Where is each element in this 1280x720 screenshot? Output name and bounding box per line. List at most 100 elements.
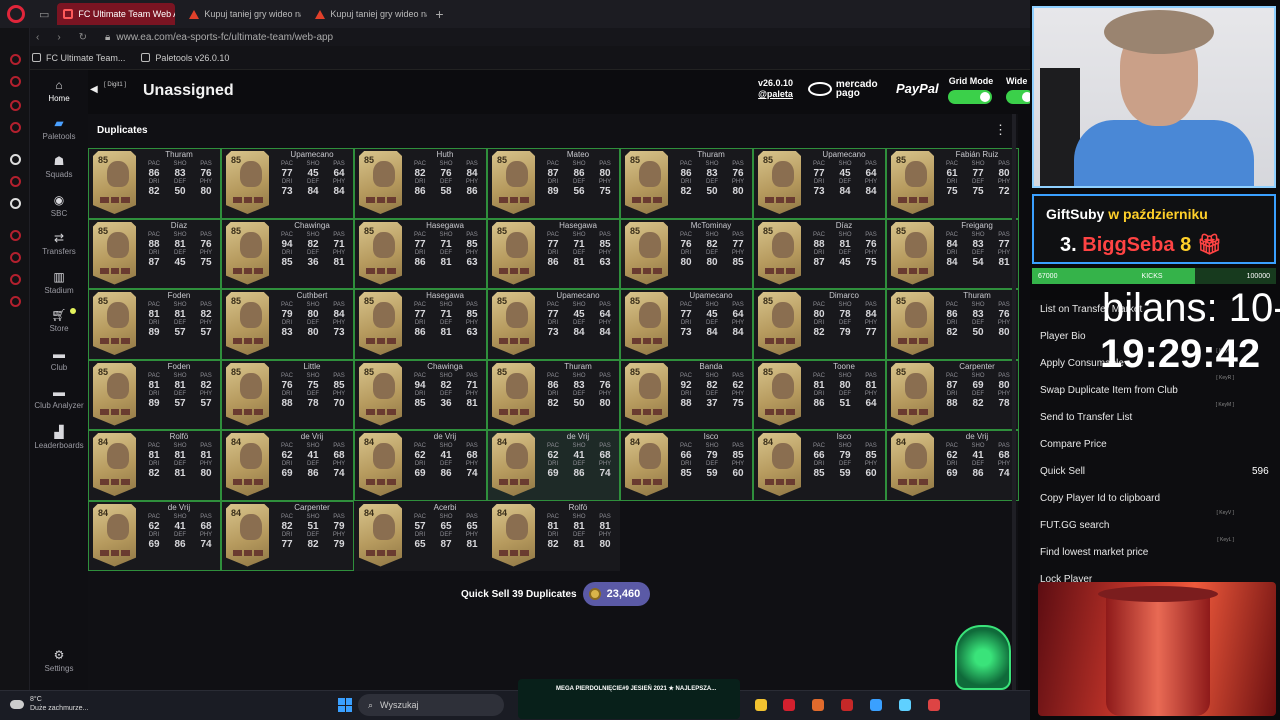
player-card-cell[interactable]: 84 Isco PAC SHO PAS 66 79 85 DRI DEF PHY 85 59 60 (620, 430, 753, 501)
wide-toggle[interactable] (1006, 90, 1030, 104)
nav-back-forward-reload-icons[interactable]: ‹›↻ (36, 32, 105, 43)
player-card-cell[interactable]: 84 Carpenter PAC SHO PAS 82 51 79 DRI DEF PHY 77 82 7… (221, 500, 354, 571)
player-card-cell[interactable]: 85 McTominay PAC SHO PAS 76 82 77 DRI DEF PHY 80 80 8… (620, 218, 753, 289)
player-card-cell[interactable]: 85 Hasegawa PAC SHO PAS 77 71 85 DRI DEF PHY 86 81 63 (487, 218, 620, 289)
quick-sell-button[interactable]: 23,460 (582, 582, 651, 606)
opera-bookmarks-icon[interactable] (10, 274, 21, 285)
stat-label: PHY (598, 249, 612, 256)
player-card-cell[interactable]: 84 Acerbi PAC SHO PAS 57 65 65 DRI DEF PHY 65 87 81 (354, 500, 487, 571)
player-card-cell[interactable]: 85 Thuram PAC SHO PAS 86 83 76 DRI DEF PHY 82 50 80 (88, 148, 221, 219)
vivaldi-icon[interactable] (841, 699, 853, 711)
player-card-cell[interactable]: 85 Hasegawa PAC SHO PAS 77 71 85 DRI DEF PHY 86 81 63 (354, 289, 487, 360)
menu-item[interactable]: Compare Price (1040, 439, 1260, 450)
back-arrow-icon[interactable]: ◀ (90, 84, 98, 95)
player-card-cell[interactable]: 85 Thuram PAC SHO PAS 86 83 76 DRI DEF PHY 82 50 80 (886, 289, 1019, 360)
player-card-cell[interactable]: 84 de Vrij PAC SHO PAS 62 41 68 DRI DEF PHY 69 86 74 (221, 430, 354, 501)
chrome-icon[interactable] (755, 699, 767, 711)
player-card-cell[interactable]: 85 Díaz PAC SHO PAS 88 81 76 DRI DEF PHY 87 45 75 (753, 218, 886, 289)
player-card-cell[interactable]: 85 Upamecano PAC SHO PAS 77 45 64 DRI DEF PHY 73 84 8… (487, 289, 620, 360)
tab-kupuj-1[interactable]: Kupuj taniej gry wideo na (183, 3, 301, 25)
sidebar-item-transfers[interactable]: ⇄ Transfers (30, 231, 88, 256)
player-card-cell[interactable]: 85 Fabián Ruiz PAC SHO PAS 61 77 80 DRI DEF PHY 75 7… (886, 148, 1019, 219)
tab-kupuj-2[interactable]: Kupuj taniej gry wideo na (309, 3, 427, 25)
menu-item[interactable]: Find lowest market price [ KeyL ] (1040, 537, 1260, 558)
sidebar-item-sbc[interactable]: ◉ SBC (30, 193, 88, 218)
mercado-pago-logo[interactable]: mercado pago (808, 78, 904, 100)
opera-arc-icon[interactable] (10, 154, 21, 165)
opera-instagram-icon[interactable] (10, 100, 21, 111)
player-card-cell[interactable]: 85 Huth PAC SHO PAS 82 76 84 DRI DEF PHY 86 58 86 (354, 148, 487, 219)
brave-icon[interactable] (812, 699, 824, 711)
player-card-cell[interactable]: 84 de Vrij PAC SHO PAS 62 41 68 DRI DEF PHY 69 86 74 (886, 430, 1019, 501)
app-icon[interactable] (899, 699, 911, 711)
player-card-cell[interactable]: 85 Thuram PAC SHO PAS 86 83 76 DRI DEF PHY 82 50 80 (620, 148, 753, 219)
player-card-cell[interactable]: 84 Rolfö PAC SHO PAS 81 81 81 DRI DEF PHY 82 81 80 (487, 500, 620, 571)
player-card-cell[interactable]: 85 Upamecano PAC SHO PAS 77 45 64 DRI DEF PHY 73 84 8… (620, 289, 753, 360)
paletools-version[interactable]: v26.0.10 @paleta (758, 78, 793, 100)
opera-x-icon[interactable] (10, 198, 21, 209)
player-card-cell[interactable]: 85 Chawinga PAC SHO PAS 94 82 71 DRI DEF PHY 85 36 81 (354, 359, 487, 430)
menu-item[interactable]: FUT.GG search [ KeyV ] (1040, 510, 1260, 531)
more-options-icon[interactable]: ⋮ (994, 122, 1007, 138)
player-card-cell[interactable]: 85 Cuthbert PAC SHO PAS 79 80 84 DRI DEF PHY 83 80 73 (221, 289, 354, 360)
player-card-cell[interactable]: 85 Banda PAC SHO PAS 92 82 62 DRI DEF PHY 88 37 75 (620, 359, 753, 430)
author-handle[interactable]: @paleta (758, 89, 793, 99)
player-card-cell[interactable]: 85 Dimarco PAC SHO PAS 80 78 84 DRI DEF PHY 82 79 77 (753, 289, 886, 360)
opera-history-icon[interactable] (10, 230, 21, 241)
player-card-cell[interactable]: 84 de Vrij PAC SHO PAS 62 41 68 DRI DEF PHY 69 86 74 (487, 430, 620, 501)
player-card-cell[interactable]: 84 Rolfö PAC SHO PAS 81 81 81 DRI DEF PHY 82 81 80 (88, 430, 221, 501)
url-field[interactable]: www.ea.com/ea-sports-fc/ultimate-team/we… (116, 32, 333, 43)
player-card-cell[interactable]: 85 Díaz PAC SHO PAS 88 81 76 DRI DEF PHY 87 45 75 (88, 218, 221, 289)
player-card-cell[interactable]: 85 Upamecano PAC SHO PAS 77 45 64 DRI DEF PHY 73 84 8… (753, 148, 886, 219)
opera-vk-icon[interactable] (10, 122, 21, 133)
sidebar-item-squads[interactable]: ☗ Squads (30, 154, 88, 179)
app-icon[interactable] (870, 699, 882, 711)
windows-start-icon[interactable] (338, 698, 352, 712)
opera-aria-icon[interactable] (10, 54, 21, 65)
taskbar-search[interactable]: ⌕ Wyszukaj (358, 694, 504, 716)
player-card-cell[interactable]: 85 Little PAC SHO PAS 76 75 85 DRI DEF PHY 88 78 70 (221, 359, 354, 430)
player-card-cell[interactable]: 85 Foden PAC SHO PAS 81 81 82 DRI DEF PHY 89 57 57 (88, 359, 221, 430)
weather-widget[interactable]: 8°C Duże zachmurze... (10, 695, 88, 713)
menu-item[interactable]: Quick Sell 596 (1040, 466, 1269, 477)
new-tab-plus-icon[interactable]: + (435, 6, 443, 22)
player-card-cell[interactable]: 85 Hasegawa PAC SHO PAS 77 71 85 DRI DEF PHY 86 81 63 (354, 218, 487, 289)
opera-logo-icon[interactable] (7, 5, 25, 23)
opera-taskbar-icon[interactable] (783, 699, 795, 711)
menu-item[interactable]: Swap Duplicate Item from Club[ KeyR ] (1040, 375, 1260, 396)
bookmark-fc[interactable]: FC Ultimate Team... (32, 53, 125, 63)
sidebar-item-club-analyzer[interactable]: ▬ Club Analyzer (30, 385, 88, 410)
app-icon[interactable] (928, 699, 940, 711)
player-card-cell[interactable]: 85 Chawinga PAC SHO PAS 94 82 71 DRI DEF PHY 85 36 81 (221, 218, 354, 289)
player-card-cell[interactable]: 85 Foden PAC SHO PAS 81 81 82 DRI DEF PHY 89 57 57 (88, 289, 221, 360)
opera-settings-icon[interactable] (10, 296, 21, 307)
sidebar-item-home[interactable]: ⌂ Home (30, 78, 88, 103)
sidebar-item-leaderboards[interactable]: ▟ Leaderboards (30, 425, 88, 450)
scrollbar[interactable] (1012, 114, 1016, 690)
sidebar-item-club[interactable]: ▬ Club (30, 347, 88, 372)
sidebar-item-paletools[interactable]: ▰ Paletools (30, 116, 88, 141)
opera-twitch-icon[interactable] (10, 176, 21, 187)
player-card-cell[interactable]: 84 Isco PAC SHO PAS 66 79 85 DRI DEF PHY 85 59 60 (753, 430, 886, 501)
menu-item[interactable]: Send to Transfer List [ KeyM ] (1040, 402, 1260, 423)
player-card-cell[interactable]: 84 de Vrij PAC SHO PAS 62 41 68 DRI DEF PHY 69 86 74 (354, 430, 487, 501)
sidebar-item-store[interactable]: 🛒︎ Store (30, 308, 88, 333)
tab-manager-icon[interactable]: ▭ (39, 8, 49, 21)
bookmark-paletools[interactable]: Paletools v26.0.10 (141, 53, 229, 63)
player-card-cell[interactable]: 85 Carpenter PAC SHO PAS 87 69 80 DRI DEF PHY 88 82 7… (886, 359, 1019, 430)
player-card-cell[interactable]: 84 de Vrij PAC SHO PAS 62 41 68 DRI DEF PHY 69 86 74 (88, 500, 221, 571)
menu-item[interactable]: Copy Player Id to clipboard (1040, 493, 1260, 504)
player-card-cell[interactable]: 85 Mateo PAC SHO PAS 87 86 80 DRI DEF PHY 89 56 75 (487, 148, 620, 219)
opera-clock-icon[interactable] (10, 252, 21, 263)
opera-messenger-icon[interactable] (10, 76, 21, 87)
player-card-cell[interactable]: 85 Upamecano PAC SHO PAS 77 45 64 DRI DEF PHY 73 84 8… (221, 148, 354, 219)
sidebar-item-stadium[interactable]: ▥ Stadium (30, 270, 88, 295)
player-card-cell[interactable]: 85 Freigang PAC SHO PAS 84 83 77 DRI DEF PHY 84 54 81 (886, 218, 1019, 289)
sidebar-item-settings[interactable]: ⚙ Settings (30, 648, 88, 673)
tab-fc-web-app[interactable]: FC Ultimate Team Web Ap (57, 3, 176, 25)
stat-value: 71 (440, 238, 452, 250)
player-card-cell[interactable]: 85 Toone PAC SHO PAS 81 80 81 DRI DEF PHY 86 51 64 (753, 359, 886, 430)
paypal-logo[interactable]: PayPal (896, 81, 939, 96)
grid-mode-toggle[interactable] (948, 90, 992, 104)
player-card-cell[interactable]: 85 Thuram PAC SHO PAS 86 83 76 DRI DEF PHY 82 50 80 (487, 359, 620, 430)
